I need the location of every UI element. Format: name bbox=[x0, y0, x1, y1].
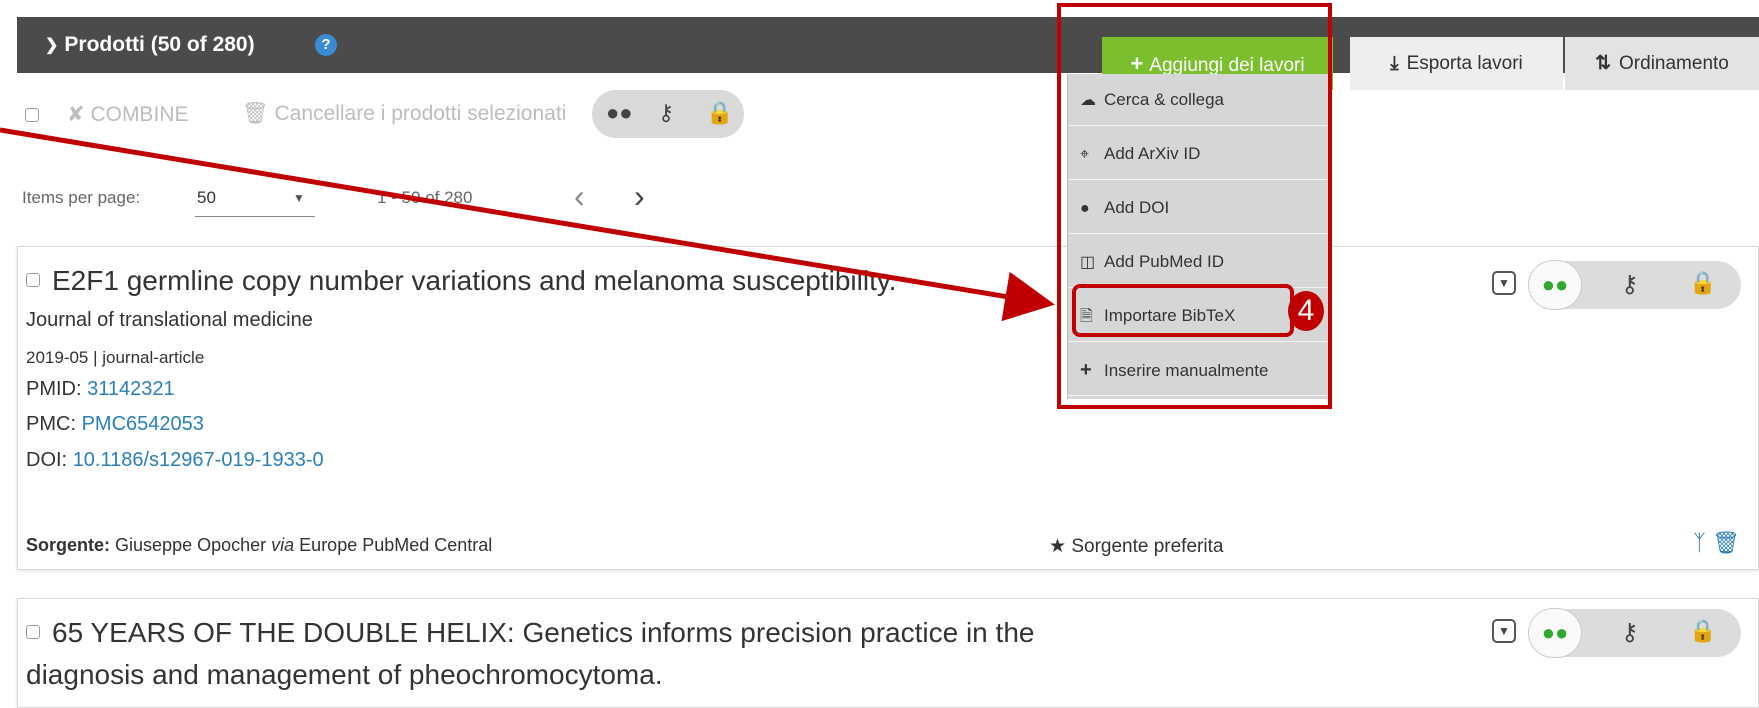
highlight-box-menu bbox=[1057, 3, 1332, 409]
highlight-box-bibtex bbox=[1072, 284, 1294, 337]
step-badge: 4 bbox=[1288, 291, 1324, 331]
page: ❯ Prodotti (50 of 280) ? + Aggiungi dei la… bbox=[0, 0, 1759, 708]
annotation-arrow bbox=[0, 127, 1055, 322]
